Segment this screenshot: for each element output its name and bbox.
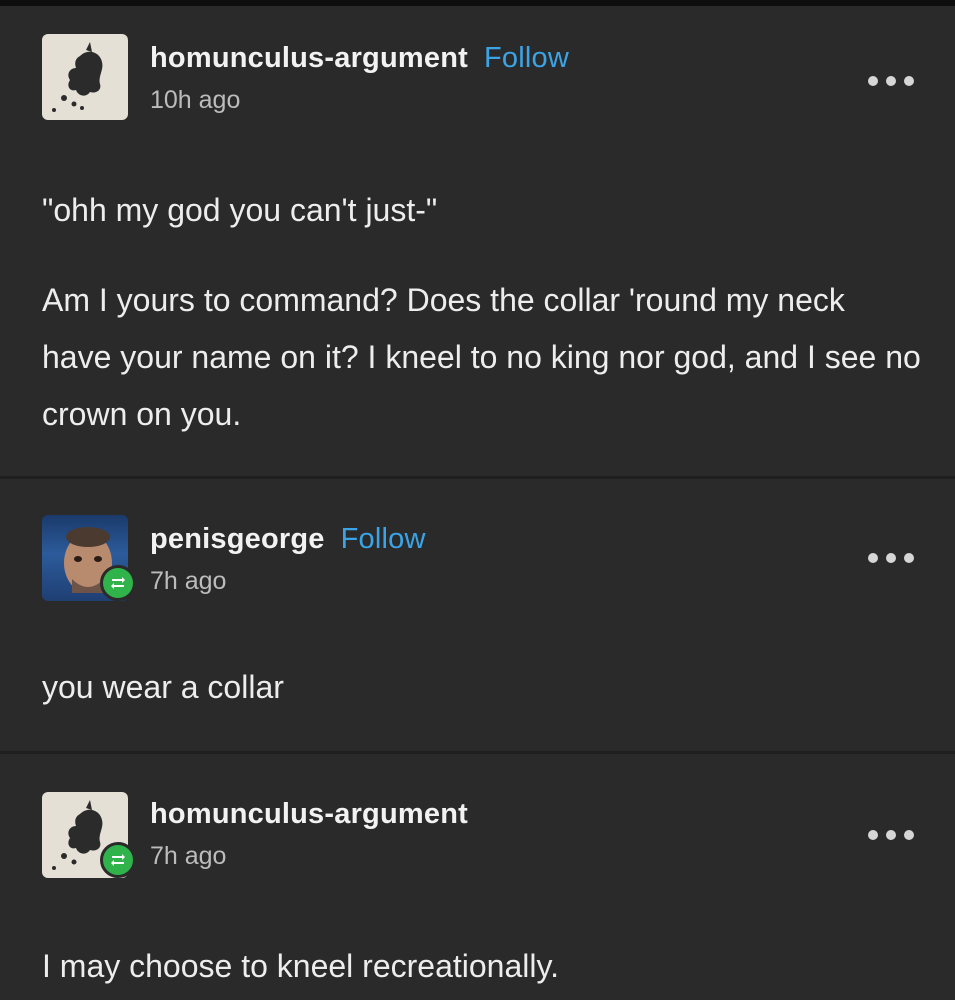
username[interactable]: penisgeorge Follow [150,523,426,556]
sketch-creature-icon [52,42,103,112]
follow-button[interactable]: Follow [341,523,426,555]
post-2: penisgeorge Follow 7h ago you wear a coll… [0,479,955,751]
post-1: homunculus-argument Follow 10h ago "ohh m… [0,6,955,476]
more-options-icon[interactable] [868,551,914,565]
username[interactable]: homunculus-argument Follow [150,42,569,75]
post-paragraph: I may choose to kneel recreationally. [42,948,559,984]
timestamp: 10h ago [150,86,241,114]
username-text[interactable]: penisgeorge [150,523,325,555]
timestamp: 7h ago [150,567,227,595]
more-options-icon[interactable] [868,74,914,88]
follow-button[interactable]: Follow [484,42,569,74]
post-paragraph: you wear a collar [42,669,284,705]
post-body: I may choose to kneel recreationally. [42,938,922,995]
post-paragraph: "ohh my god you can't just-" [42,192,438,228]
timestamp: 7h ago [150,842,227,870]
post-body: you wear a collar [42,659,922,716]
username[interactable]: homunculus-argument [150,798,468,831]
post-3: homunculus-argument 7h ago I may choose … [0,754,955,1000]
avatar[interactable] [42,34,128,120]
reblog-icon [100,565,136,601]
more-options-icon[interactable] [868,828,914,842]
username-text[interactable]: homunculus-argument [150,42,468,74]
reblog-icon [100,842,136,878]
post-body: "ohh my god you can't just-" Am I yours … [42,182,922,443]
username-text[interactable]: homunculus-argument [150,798,468,830]
post-paragraph: Am I yours to command? Does the collar '… [42,282,921,432]
